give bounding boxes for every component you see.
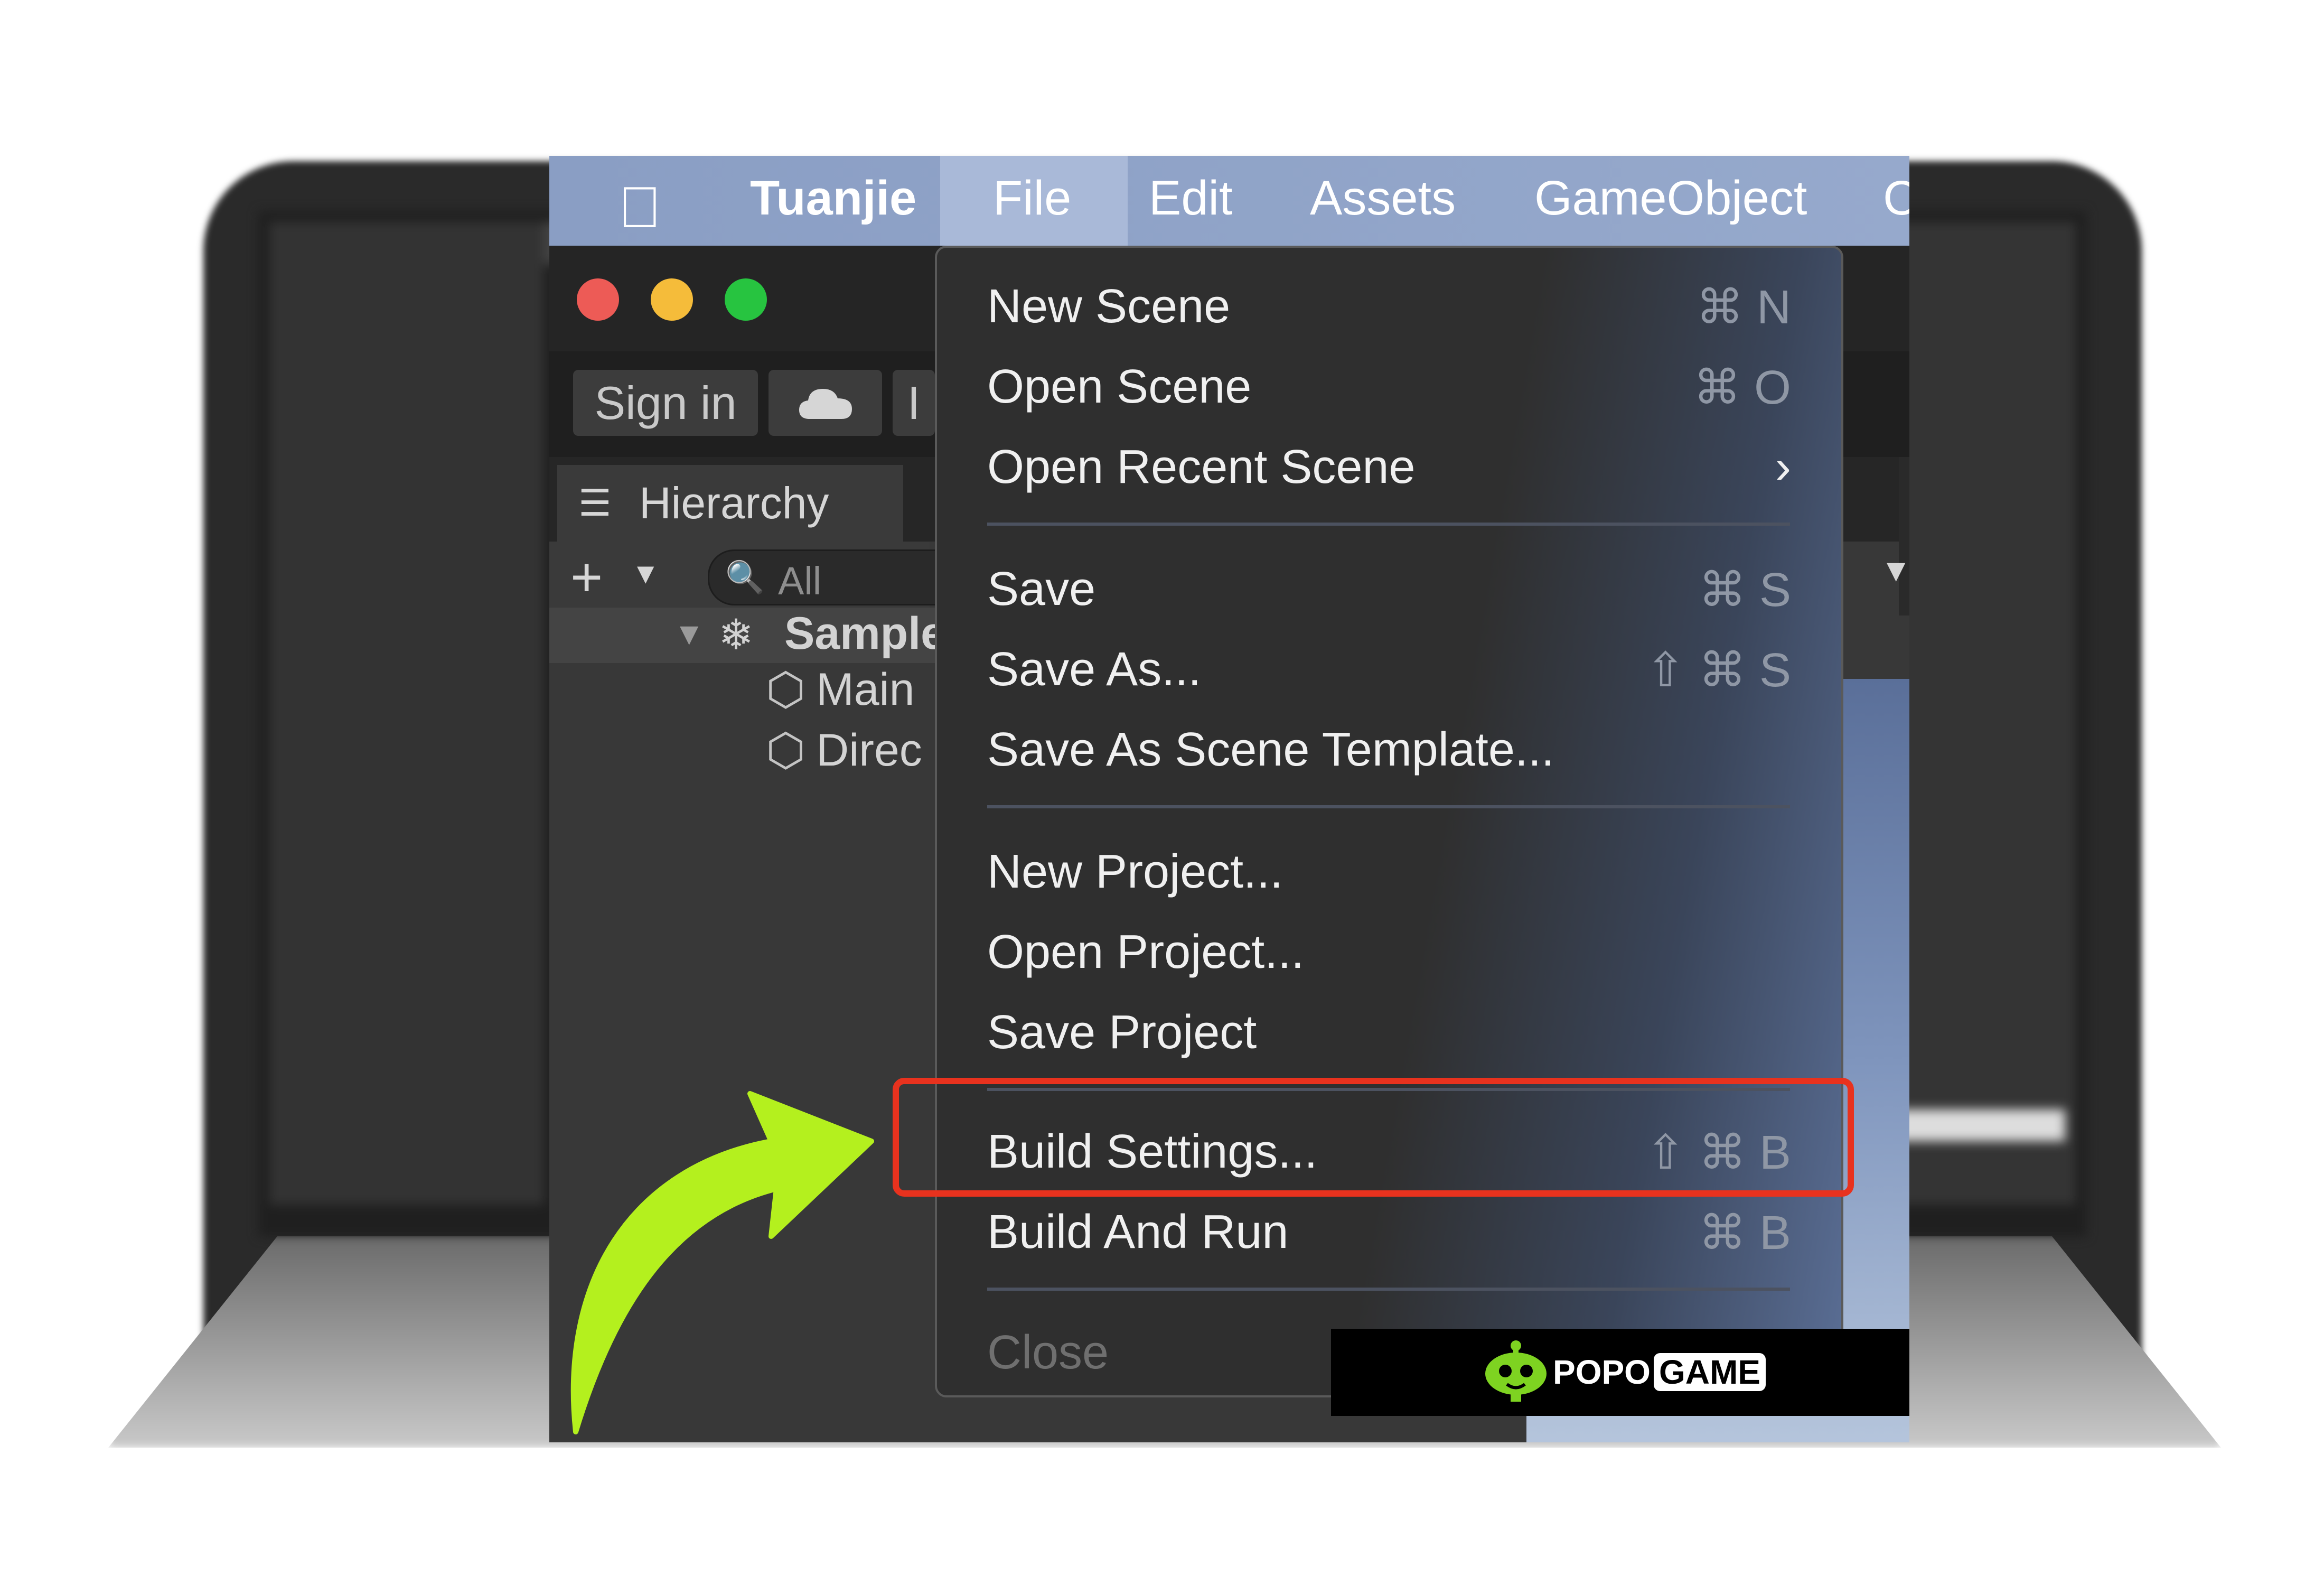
menu-item-open-scene[interactable]: Open Scene [987,360,1251,414]
sign-in-button[interactable]: Sign in [573,370,758,436]
menu-item-save[interactable]: Save [987,562,1095,617]
menu-item-close: Close [987,1326,1109,1379]
highlight-box [893,1078,1854,1197]
cube-icon: ⬡ [766,725,806,776]
file-menu-dropdown: New Scene ⌘ N Open Scene ⌘ O Open Recent… [935,246,1843,1397]
cloud-icon [799,389,852,419]
menubar-gameobject[interactable]: GameObject [1534,171,1807,226]
chevron-down-icon[interactable]: ▼ [631,556,660,590]
menu-item-new-project[interactable]: New Project... [987,845,1283,899]
unity-scene-icon: ❄ [718,611,754,658]
tab-hierarchy-label: Hierarchy [639,478,829,528]
hierarchy-toolbar: + ▼ 🔍 All [549,542,975,609]
menubar-file[interactable]: File [993,171,1071,226]
minimize-button[interactable] [651,278,693,321]
plus-icon[interactable]: + [570,546,603,609]
menubar-app-name[interactable]: Tuanjie [750,171,916,226]
menu-item-open-project[interactable]: Open Project... [987,925,1304,980]
cloud-button[interactable] [769,370,882,436]
menubar-component[interactable]: C [1883,171,1909,226]
shortcut-open-scene: ⌘ O [1693,361,1791,414]
scene-name: Sample [784,608,946,659]
chevron-right-icon: › [1775,441,1791,493]
menu-separator [987,1288,1790,1291]
hierarchy-scene-row[interactable]: ▼ ❄ Sample [549,608,951,663]
expand-triangle-icon[interactable]: ▼ [673,616,705,652]
hierarchy-item-main-camera[interactable]: ⬡ Main [766,663,915,716]
apple-icon[interactable]:  [618,174,662,241]
search-placeholder: All [778,559,822,603]
zoom-button[interactable] [725,278,767,321]
mascot-logo-icon [1485,1340,1547,1402]
menu-separator [987,805,1790,808]
logo-popo: POPO [1553,1353,1651,1391]
menu-item-save-project[interactable]: Save Project [987,1005,1257,1060]
logo-game: GAME [1653,1353,1766,1391]
green-arrow-pointer [570,1091,874,1434]
menu-item-save-as[interactable]: Save As... [987,642,1201,697]
blurred-left-pane [269,222,544,1205]
shortcut-build-and-run: ⌘ B [1698,1207,1791,1260]
cube-icon: ⬡ [766,664,806,715]
shortcut-save-as: ⇧ ⌘ S [1645,644,1791,697]
hierarchy-item-directional-light[interactable]: ⬡ Direc [766,724,922,777]
shortcut-save: ⌘ S [1698,564,1791,617]
shortcut-new-scene: ⌘ N [1696,281,1791,334]
toolbar-overflow-button[interactable]: I [893,370,935,436]
menubar-edit[interactable]: Edit [1149,171,1233,226]
menu-item-build-and-run[interactable]: Build And Run [987,1205,1288,1260]
dropdown-caret-icon[interactable]: ▼ [1880,552,1909,589]
menu-item-open-recent-scene[interactable]: Open Recent Scene [987,440,1416,495]
tab-hierarchy[interactable]: ☰ Hierarchy [557,465,903,542]
macos-menubar:  Tuanjie File Edit Assets GameObject C [549,156,1909,246]
logo-wordmark: POPO GAME [1553,1353,1766,1392]
hierarchy-item-label: Direc [816,725,922,776]
menu-separator [987,523,1790,526]
list-icon: ☰ [578,482,612,524]
menu-item-save-as-scene-template[interactable]: Save As Scene Template... [987,723,1554,777]
menubar-assets[interactable]: Assets [1310,171,1456,226]
popogame-logo: POPO GAME [1331,1329,1909,1416]
hierarchy-item-label: Main [816,664,915,715]
menu-item-new-scene[interactable]: New Scene [987,279,1230,334]
search-icon: 🔍 [725,560,765,595]
close-button[interactable] [577,278,619,321]
right-panel-edge [1899,457,1909,616]
